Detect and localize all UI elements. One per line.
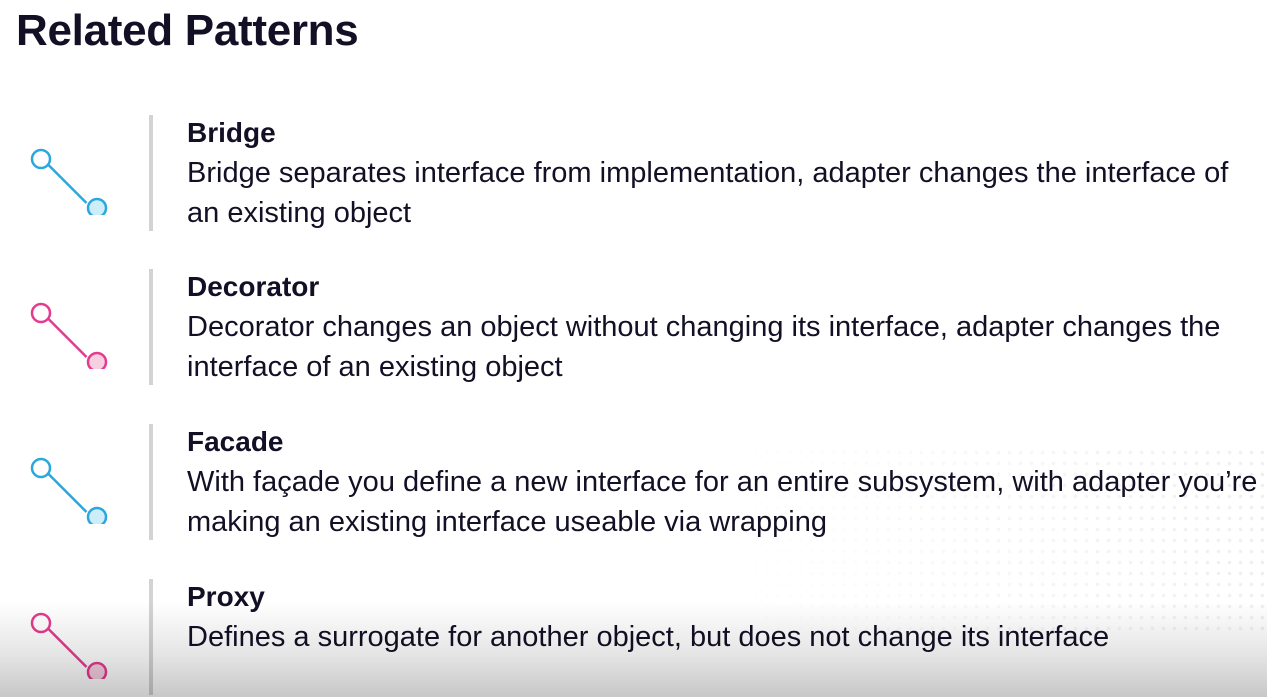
vertical-divider [149,115,153,231]
connector-icon [30,302,108,369]
pattern-description: Bridge separates interface from implemen… [187,157,1229,229]
pattern-name: Proxy [187,581,265,612]
pattern-name: Facade [187,426,284,457]
page-title: Related Patterns [16,6,359,55]
pattern-item-facade: Facade With façade you define a new inte… [0,424,1267,544]
connector-end-node [86,197,108,215]
pattern-item-bridge: Bridge Bridge separates interface from i… [0,115,1267,235]
connector-icon [30,457,108,524]
connector-icon [30,612,108,679]
pattern-description: Defines a surrogate for another object, … [187,621,1110,653]
vertical-divider [149,424,153,540]
pattern-name: Decorator [187,271,320,302]
pattern-item-decorator: Decorator Decorator changes an object wi… [0,269,1267,389]
pattern-description: With façade you define a new interface f… [187,466,1258,538]
pattern-item-proxy: Proxy Defines a surrogate for another ob… [0,579,1267,697]
connector-end-node [86,661,108,679]
vertical-divider [149,579,153,695]
vertical-divider [149,269,153,385]
pattern-name: Bridge [187,117,276,148]
connector-end-node [86,506,108,524]
pattern-description: Decorator changes an object without chan… [187,311,1221,383]
connector-icon [30,148,108,215]
connector-end-node [86,351,108,369]
